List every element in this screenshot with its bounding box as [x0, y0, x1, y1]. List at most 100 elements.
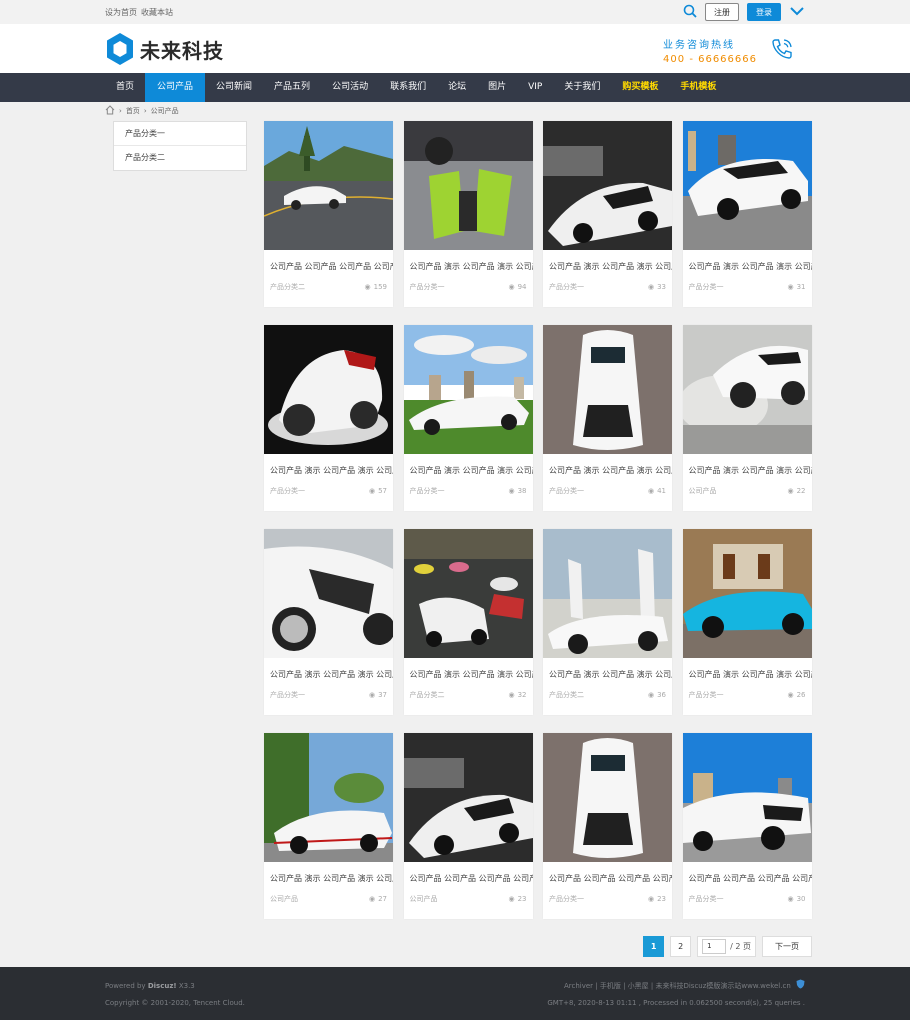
product-title[interactable]: 公司产品 演示 公司产品 演示 公司产品: [404, 250, 533, 272]
eye-icon: ◉: [508, 691, 515, 699]
product-card[interactable]: 公司产品 演示 公司产品 演示 公司产品 产品分类二 ◉36: [543, 529, 672, 715]
product-card[interactable]: 公司产品 公司产品 公司产品 公司产品 公司产品 ◉ 23: [403, 733, 533, 919]
product-card[interactable]: 公司产品 公司产品 公司产品 公司产品 产品分类一 ◉ 30: [682, 733, 812, 919]
footer-links[interactable]: Archiver | 手机版 | 小黑屋 | 未来科技Discuz模版演示站ww…: [564, 982, 791, 990]
product-title[interactable]: 公司产品 演示 公司产品 演示 公司产品: [543, 658, 672, 680]
product-card[interactable]: 公司产品 演示 公司产品 演示 公司产品 产品分类一 ◉33: [543, 121, 672, 307]
product-image[interactable]: [682, 529, 812, 658]
product-image[interactable]: [264, 121, 393, 250]
page-jump-input[interactable]: 1: [702, 939, 727, 954]
chevron-down-icon[interactable]: [789, 5, 805, 20]
product-title[interactable]: 公司产品 演示 公司产品 演示 公司产品: [404, 454, 533, 476]
nav-item-contact[interactable]: 联系我们: [379, 73, 437, 102]
product-title[interactable]: 公司产品 公司产品 公司产品 公司产品: [404, 862, 533, 884]
product-image[interactable]: [682, 733, 812, 862]
product-title[interactable]: 公司产品 演示 公司产品 演示 公司产品: [543, 250, 672, 272]
product-category[interactable]: 产品分类二: [410, 690, 445, 700]
home-icon[interactable]: [105, 105, 115, 117]
product-card[interactable]: 公司产品 演示 公司产品 演示 公司产品 公司产品 ◉27: [264, 733, 393, 919]
nav-item-images[interactable]: 图片: [477, 73, 517, 102]
nav-item-vip[interactable]: VIP: [517, 73, 553, 102]
product-category[interactable]: 产品分类一: [549, 894, 584, 904]
product-category[interactable]: 产品分类一: [549, 282, 584, 292]
product-image[interactable]: [264, 529, 393, 658]
product-image[interactable]: [403, 733, 533, 862]
product-title[interactable]: 公司产品 演示 公司产品 演示 公司产品: [264, 658, 393, 680]
product-title[interactable]: 公司产品 演示 公司产品 演示 公司产品: [683, 658, 812, 680]
nav-item-about[interactable]: 关于我们: [553, 73, 611, 102]
sidebar-item-category-2[interactable]: 产品分类二: [114, 146, 246, 170]
product-image[interactable]: [403, 121, 533, 250]
product-title[interactable]: 公司产品 公司产品 公司产品 公司产品: [543, 862, 672, 884]
nav-item-news[interactable]: 公司新闻: [205, 73, 263, 102]
discuz-link[interactable]: Discuz!: [148, 982, 177, 990]
product-category[interactable]: 产品分类一: [270, 486, 305, 496]
product-category[interactable]: 产品分类一: [689, 282, 724, 292]
product-category[interactable]: 产品分类一: [689, 894, 724, 904]
main-nav: 首页 公司产品 公司新闻 产品五列 公司活动 联系我们 论坛 图片 VIP 关于…: [0, 73, 910, 102]
view-count: 36: [657, 691, 666, 699]
product-image[interactable]: [543, 529, 672, 658]
product-image[interactable]: [543, 733, 672, 862]
product-card[interactable]: 公司产品 演示 公司产品 演示 公司产品 公司产品 ◉22: [682, 325, 812, 511]
product-card[interactable]: 公司产品 公司产品 公司产品 公司产品 产品分类二 ◉ 159: [264, 121, 393, 307]
product-category[interactable]: 产品分类二: [270, 282, 305, 292]
product-card[interactable]: 公司产品 公司产品 公司产品 公司产品 产品分类一 ◉ 23: [543, 733, 672, 919]
nav-item-mobile-template[interactable]: 手机模板: [669, 73, 727, 102]
product-title[interactable]: 公司产品 公司产品 公司产品 公司产品: [264, 250, 393, 272]
product-title[interactable]: 公司产品 演示 公司产品 演示 公司产品: [683, 250, 812, 272]
page-2-link[interactable]: 2: [670, 936, 692, 957]
product-image[interactable]: [682, 325, 812, 454]
product-category[interactable]: 产品分类一: [410, 282, 445, 292]
product-grid: 公司产品 公司产品 公司产品 公司产品 产品分类二 ◉ 159 公司产品 演示 公司…: [264, 121, 812, 919]
product-image[interactable]: [403, 529, 533, 658]
product-card[interactable]: 公司产品 演示 公司产品 演示 公司产品 产品分类一 ◉26: [682, 529, 812, 715]
product-image[interactable]: [682, 121, 812, 250]
nav-item-buy-template[interactable]: 购买模板: [611, 73, 669, 102]
product-title[interactable]: 公司产品 演示 公司产品 演示 公司产品: [404, 658, 533, 680]
search-icon[interactable]: [683, 4, 697, 21]
nav-item-forum[interactable]: 论坛: [437, 73, 477, 102]
product-image[interactable]: [403, 325, 533, 454]
set-home-link[interactable]: 设为首页: [105, 8, 137, 17]
product-card[interactable]: 公司产品 演示 公司产品 演示 公司产品 产品分类一 ◉57: [264, 325, 393, 511]
product-image[interactable]: [264, 733, 393, 862]
product-category[interactable]: 公司产品: [270, 894, 298, 904]
nav-item-products-five[interactable]: 产品五列: [263, 73, 321, 102]
product-category[interactable]: 公司产品: [410, 894, 438, 904]
product-card[interactable]: 公司产品 演示 公司产品 演示 公司产品 产品分类一 ◉94: [403, 121, 533, 307]
product-title[interactable]: 公司产品 演示 公司产品 演示 公司产品: [264, 454, 393, 476]
sidebar-item-category-1[interactable]: 产品分类一: [114, 122, 246, 146]
product-title[interactable]: 公司产品 演示 公司产品 演示 公司产品: [543, 454, 672, 476]
product-card[interactable]: 公司产品 演示 公司产品 演示 公司产品 产品分类一 ◉37: [264, 529, 393, 715]
product-image[interactable]: [264, 325, 393, 454]
page-current[interactable]: 1: [643, 936, 665, 957]
nav-item-activities[interactable]: 公司活动: [321, 73, 379, 102]
product-card[interactable]: 公司产品 演示 公司产品 演示 公司产品 产品分类一 ◉41: [543, 325, 672, 511]
nav-item-home[interactable]: 首页: [105, 73, 145, 102]
product-card[interactable]: 公司产品 演示 公司产品 演示 公司产品 产品分类二 ◉32: [403, 529, 533, 715]
logo[interactable]: 未来科技: [105, 32, 224, 66]
product-card[interactable]: 公司产品 演示 公司产品 演示 公司产品 产品分类一 ◉38: [403, 325, 533, 511]
product-title[interactable]: 公司产品 公司产品 公司产品 公司产品: [683, 862, 812, 884]
product-category[interactable]: 产品分类一: [410, 486, 445, 496]
breadcrumb-home[interactable]: 首页: [126, 106, 140, 116]
product-category[interactable]: 产品分类一: [689, 690, 724, 700]
breadcrumb-current[interactable]: 公司产品: [151, 106, 179, 116]
nav-item-products[interactable]: 公司产品: [145, 73, 206, 102]
product-title[interactable]: 公司产品 演示 公司产品 演示 公司产品: [264, 862, 393, 884]
footer-right: Archiver | 手机版 | 小黑屋 | 未来科技Discuz模版演示站ww…: [547, 978, 805, 1012]
product-image[interactable]: [543, 121, 672, 250]
product-category[interactable]: 公司产品: [689, 486, 717, 496]
product-card[interactable]: 公司产品 演示 公司产品 演示 公司产品 产品分类一 ◉31: [682, 121, 812, 307]
eye-icon: ◉: [368, 895, 376, 903]
next-page-button[interactable]: 下一页: [762, 936, 812, 957]
product-category[interactable]: 产品分类二: [549, 690, 584, 700]
login-button[interactable]: 登录: [747, 3, 781, 21]
product-title[interactable]: 公司产品 演示 公司产品 演示 公司产品: [683, 454, 812, 476]
product-category[interactable]: 产品分类一: [270, 690, 305, 700]
favorite-link[interactable]: 收藏本站: [141, 8, 173, 17]
register-button[interactable]: 注册: [705, 3, 739, 21]
product-category[interactable]: 产品分类一: [549, 486, 584, 496]
product-image[interactable]: [543, 325, 672, 454]
